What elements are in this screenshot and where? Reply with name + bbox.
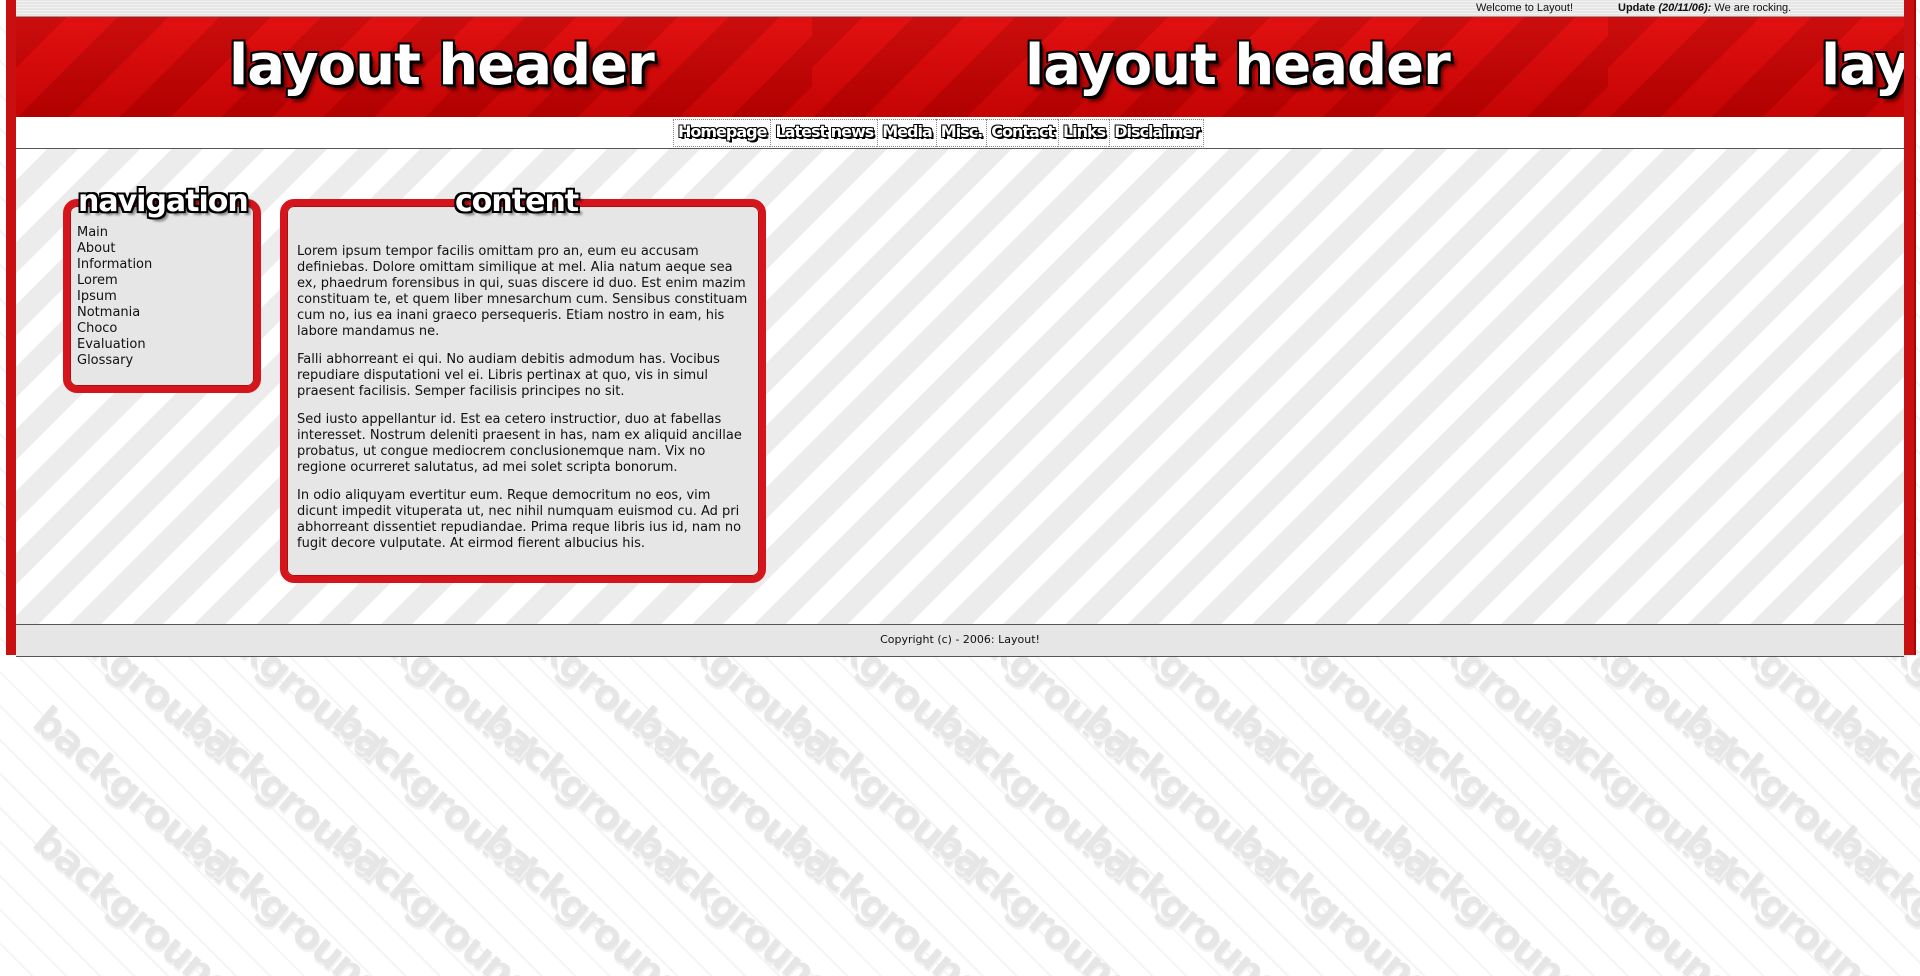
content-paragraph: Falli abhorreant ei qui. No audiam debit… xyxy=(297,352,720,399)
header-title: layout header xyxy=(229,33,655,98)
main-stage: navigation Main About Information Lorem Ipsu… xyxy=(16,149,1904,624)
update-date: (20/11/06): xyxy=(1658,2,1712,14)
sidebar-item-notmania[interactable]: Notmania xyxy=(77,305,152,321)
nav-tab-homepage[interactable]: Homepage xyxy=(673,119,771,147)
nav-tab-disclaimer[interactable]: Disclaimer xyxy=(1109,119,1205,147)
content-paragraph: In odio aliquyam evertitur eum. Reque de… xyxy=(297,488,742,551)
nav-tab-misc[interactable]: Misc. xyxy=(935,119,987,147)
site-header-banner: layout header layout header layout heade… xyxy=(16,17,1904,117)
update-text: We are rocking. xyxy=(1714,2,1792,14)
content-title: content xyxy=(455,184,579,219)
nav-tab-media[interactable]: Media xyxy=(877,119,936,147)
content-paragraph: Sed iusto appellantur id. Est ea cetero … xyxy=(297,412,742,475)
content-paragraph: Lorem ipsum tempor facilis omittam pro a… xyxy=(297,244,748,339)
sidebar-item-information[interactable]: Information xyxy=(77,257,152,273)
sidebar-item-about[interactable]: About xyxy=(77,241,152,257)
navigation-panel: navigation Main About Information Lorem Ipsu… xyxy=(63,184,261,393)
nav-tab-links[interactable]: Links xyxy=(1057,119,1110,147)
update-notice: Update (20/11/06): We are rocking. xyxy=(1618,2,1791,14)
footer: Copyright (c) - 2006: Layout! xyxy=(16,624,1904,657)
sidebar-item-glossary[interactable]: Glossary xyxy=(77,353,152,369)
copyright-text: Copyright (c) - 2006: Layout! xyxy=(880,633,1040,646)
top-status-bar: Welcome to Layout! Update (20/11/06): We… xyxy=(16,0,1904,17)
nav-tab-contact[interactable]: Contact xyxy=(986,119,1058,147)
navigation-title: navigation xyxy=(78,184,249,219)
sidebar-item-evaluation[interactable]: Evaluation xyxy=(77,337,152,353)
page-inner: Welcome to Layout! Update (20/11/06): We… xyxy=(16,0,1904,657)
sidebar-item-ipsum[interactable]: Ipsum xyxy=(77,289,152,305)
main-nav-bar: Homepage Latest news Media Misc. Contact Link… xyxy=(16,117,1904,149)
header-title: layout header xyxy=(1025,33,1451,98)
sidebar-item-choco[interactable]: Choco xyxy=(77,321,152,337)
navigation-list: Main About Information Lorem Ipsum Notmania Ch… xyxy=(77,225,152,369)
content-body: Lorem ipsum tempor facilis omittam pro a… xyxy=(297,244,749,564)
header-title: layout header xyxy=(1821,33,1904,98)
page-frame: Welcome to Layout! Update (20/11/06): We… xyxy=(6,0,1916,657)
background-watermark: background background background background… xyxy=(0,650,1920,976)
nav-tabs: Homepage Latest news Media Misc. Contact Link… xyxy=(673,119,1205,147)
welcome-text: Welcome to Layout! xyxy=(1476,2,1574,14)
nav-tab-latest-news[interactable]: Latest news xyxy=(770,119,878,147)
sidebar-item-lorem[interactable]: Lorem xyxy=(77,273,152,289)
content-panel: content Lorem ipsum tempor facilis omitt… xyxy=(280,184,766,583)
sidebar-item-main[interactable]: Main xyxy=(77,225,152,241)
update-label: Update xyxy=(1618,2,1656,14)
